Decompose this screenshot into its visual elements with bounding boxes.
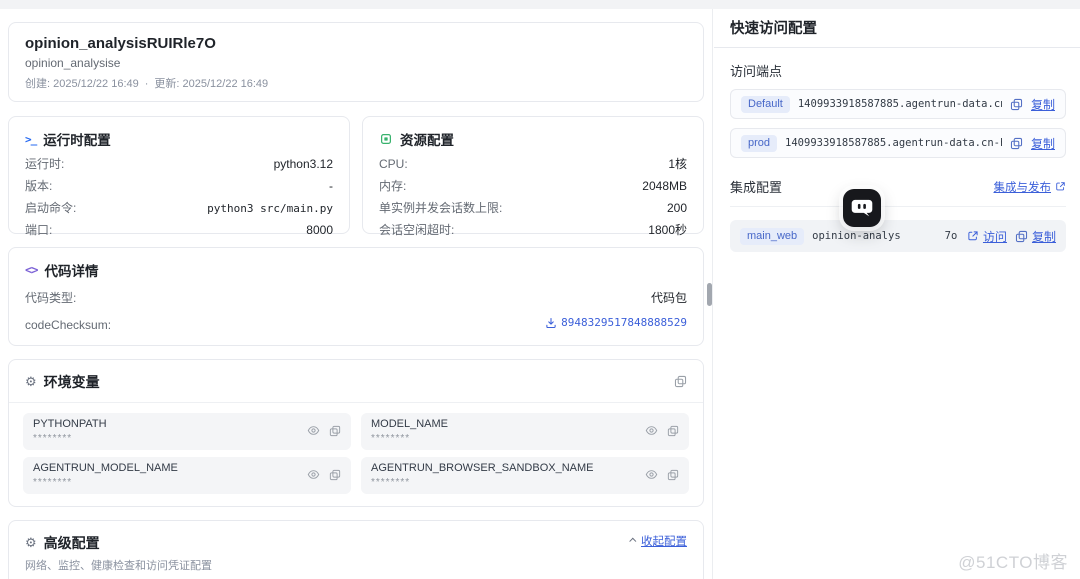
version-row: 版本: -	[25, 180, 333, 193]
endpoint-row-default: Default 1409933918587885.agentrun-data.c…	[730, 89, 1066, 119]
code-details-card: <> 代码详情 代码类型: 代码包 codeChecksum: 89483295…	[8, 247, 704, 346]
copy-icon[interactable]	[329, 425, 341, 437]
reveal-eye-icon[interactable]	[307, 424, 320, 437]
copy-icon[interactable]	[1010, 98, 1023, 111]
collapse-config-link[interactable]: 收起配置	[631, 533, 687, 549]
scrollbar-thumb[interactable]	[707, 283, 712, 306]
env-vars-title: 环境变量	[44, 372, 100, 392]
copy-endpoint-link[interactable]: 复制	[1031, 135, 1055, 152]
integration-row-main-web: main_web opinion-analys 7o-web.fcv3.1409…	[730, 220, 1066, 252]
env-var-tile: AGENTRUN_BROWSER_SANDBOX_NAME ********	[361, 457, 689, 494]
copy-icon[interactable]	[667, 425, 679, 437]
env-var-tile: PYTHONPATH ********	[23, 413, 351, 450]
env-var-tile: MODEL_NAME ********	[361, 413, 689, 450]
integration-publish-link[interactable]: 集成与发布	[994, 179, 1067, 195]
advanced-config-card: ⚙ 高级配置 收起配置 网络、监控、健康检查和访问凭证配置 网络配置 网络模式 …	[8, 520, 704, 579]
copy-endpoint-link[interactable]: 复制	[1031, 96, 1055, 113]
quick-access-title: 快速访问配置	[714, 9, 1080, 48]
start-command-row: 启动命令: python3 src/main.py	[25, 202, 333, 215]
page-title: opinion_analysisRUIRle7O	[25, 34, 687, 53]
copy-icon[interactable]	[1010, 137, 1023, 150]
env-vars-card: ⚙ 环境变量 PYTHONPATH ******** MODEL_NAME **	[8, 359, 704, 507]
reveal-eye-icon[interactable]	[307, 468, 320, 481]
copy-icon[interactable]	[667, 469, 679, 481]
checksum-row: codeChecksum: 8948329517848888529	[25, 316, 687, 332]
port-row: 端口: 8000	[25, 224, 333, 237]
code-details-title: 代码详情	[44, 260, 98, 280]
endpoint-url: 1409933918587885.agentrun-data.cn-hangzh…	[798, 98, 1002, 110]
chat-bubble-icon	[849, 195, 875, 221]
app-subtitle: opinion_analysise	[25, 56, 687, 71]
cpu-chip-icon	[379, 132, 393, 146]
updated-at: 更新: 2025/12/22 16:49	[154, 78, 268, 91]
terminal-icon: >_	[25, 133, 36, 146]
endpoint-row-prod: prod 1409933918587885.agentrun-data.cn-h…	[730, 128, 1066, 158]
copy-all-env-icon[interactable]	[674, 375, 687, 388]
copy-integration-link[interactable]: 复制	[1015, 228, 1056, 245]
endpoint-url: 1409933918587885.agentrun-data.cn-hangzh…	[785, 137, 1002, 149]
integration-title: 集成配置	[730, 177, 782, 196]
code-type-row: 代码类型: 代码包	[25, 292, 687, 305]
copy-icon	[1015, 230, 1028, 243]
resource-config-card: 资源配置 CPU: 1核 内存: 2048MB 单实例并发会话数上限: 200 …	[362, 116, 704, 234]
advanced-config-title: 高级配置	[44, 533, 100, 553]
integration-url: opinion-analys 7o-web.fcv3.140993391858…	[812, 230, 959, 242]
download-icon	[545, 317, 557, 329]
gear-icon: ⚙	[25, 535, 37, 551]
endpoints-title: 访问端点	[730, 61, 1066, 80]
gear-icon: ⚙	[25, 374, 37, 390]
main-column: opinion_analysisRUIRle7O opinion_analysi…	[0, 9, 713, 579]
advanced-config-description: 网络、监控、健康检查和访问凭证配置	[9, 553, 703, 579]
chevron-up-icon	[629, 538, 636, 545]
runtime-config-title: 运行时配置	[43, 129, 111, 149]
created-updated-meta: 创建: 2025/12/22 16:49 · 更新: 2025/12/22 16…	[25, 78, 687, 91]
code-icon: <>	[25, 263, 37, 277]
url-gap	[901, 230, 945, 242]
checksum-download-link[interactable]: 8948329517848888529	[545, 316, 687, 329]
external-link-icon	[967, 230, 979, 242]
reveal-eye-icon[interactable]	[645, 468, 658, 481]
overview-card: opinion_analysisRUIRle7O opinion_analysi…	[8, 22, 704, 102]
idle-timeout-row: 会话空闲超时: 1800秒	[379, 224, 687, 237]
runtime-config-card: >_ 运行时配置 运行时: python3.12 版本: - 启动命令: pyt…	[8, 116, 350, 234]
integration-badge: main_web	[740, 228, 804, 245]
quick-access-panel: 快速访问配置 访问端点 Default 1409933918587885.age…	[714, 9, 1080, 579]
concurrency-row: 单实例并发会话数上限: 200	[379, 202, 687, 215]
memory-row: 内存: 2048MB	[379, 180, 687, 193]
watermark: @51CTO博客	[958, 548, 1068, 573]
env-var-tile: AGENTRUN_MODEL_NAME ********	[23, 457, 351, 494]
external-link-icon	[1055, 181, 1066, 192]
resource-config-title: 资源配置	[400, 129, 454, 149]
endpoint-badge: Default	[741, 96, 790, 113]
created-at: 创建: 2025/12/22 16:49	[25, 78, 139, 91]
chat-widget-button[interactable]	[843, 189, 881, 227]
copy-icon[interactable]	[329, 469, 341, 481]
meta-separator: ·	[145, 78, 149, 91]
visit-link[interactable]: 访问	[967, 228, 1007, 245]
cpu-row: CPU: 1核	[379, 158, 687, 171]
reveal-eye-icon[interactable]	[645, 424, 658, 437]
runtime-row: 运行时: python3.12	[25, 158, 333, 171]
page-top-strip	[0, 0, 1080, 9]
endpoint-badge: prod	[741, 135, 777, 152]
